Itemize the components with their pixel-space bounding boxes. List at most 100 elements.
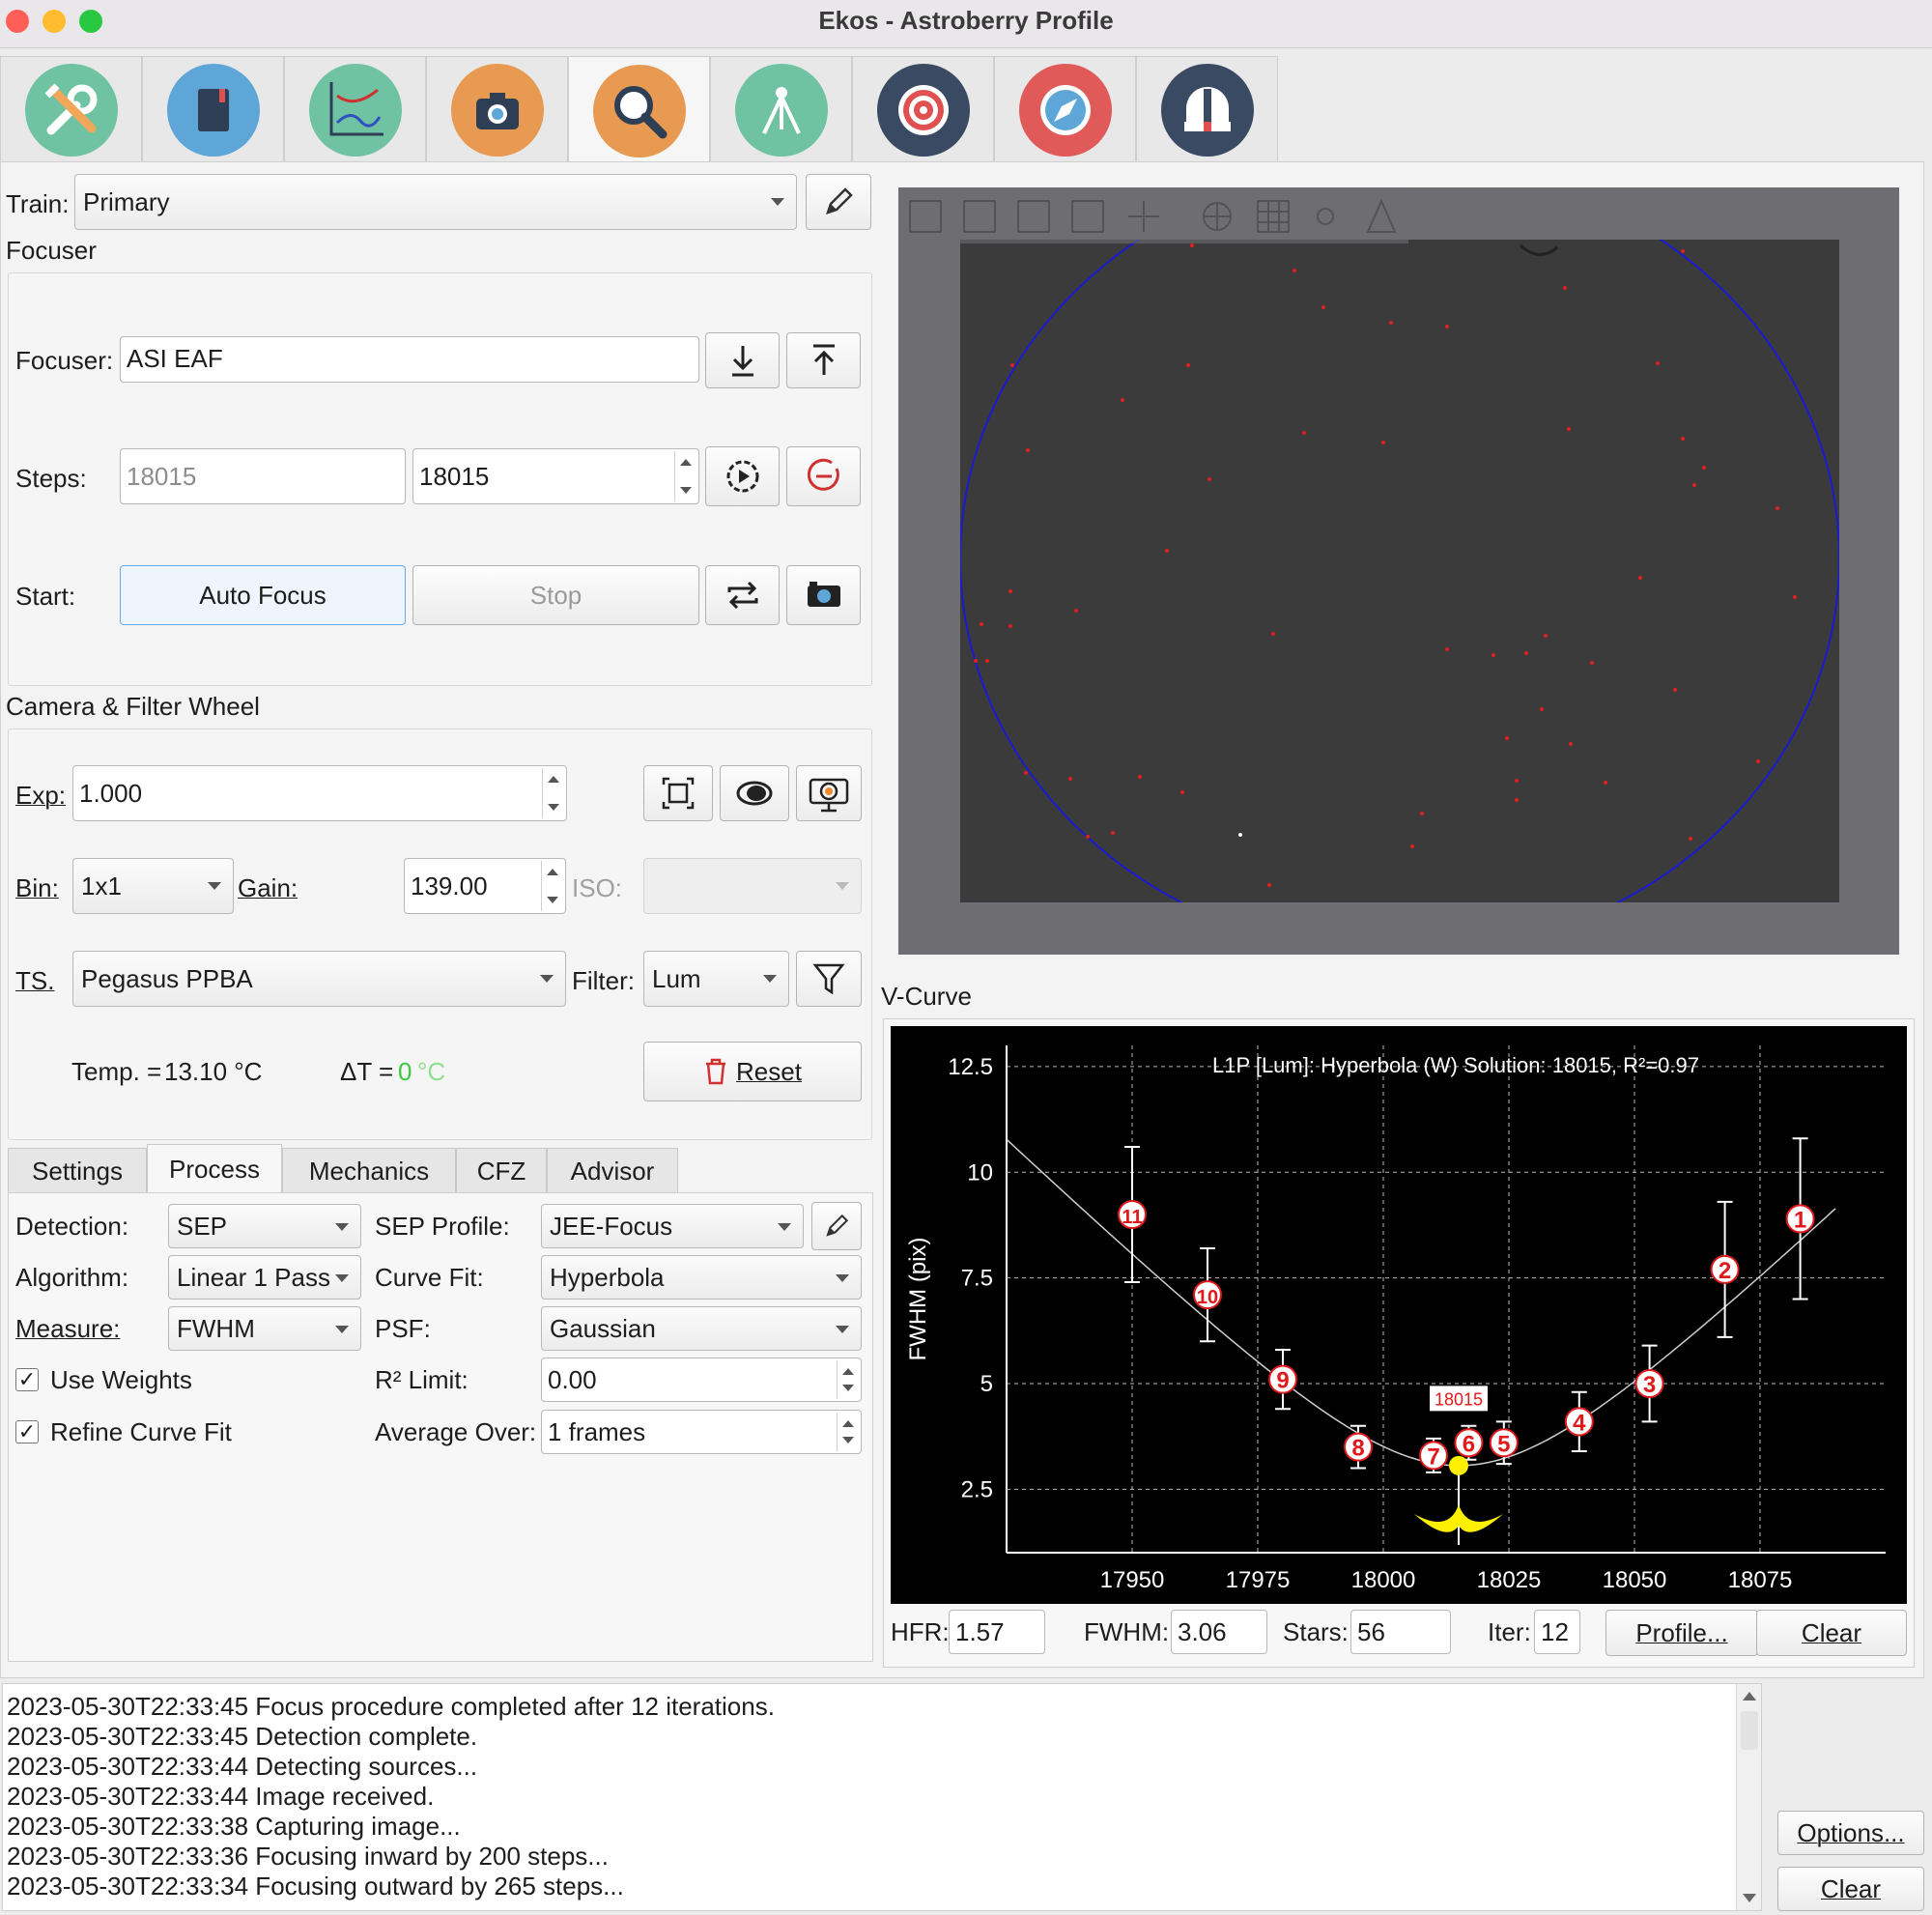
data-point-label: 4 <box>1573 1410 1586 1436</box>
train-combo[interactable]: Primary <box>74 174 797 230</box>
scroll-down-icon[interactable] <box>1743 1894 1756 1902</box>
capture-icon <box>450 63 544 157</box>
data-point-label: 3 <box>1643 1372 1656 1398</box>
reset-frame-button[interactable] <box>643 765 713 821</box>
fits-image-view[interactable] <box>898 187 1899 955</box>
tab-process[interactable]: Process <box>147 1144 282 1194</box>
abort-move-button[interactable] <box>786 446 861 506</box>
align-module-button[interactable] <box>852 56 994 162</box>
mount-icon <box>734 63 828 157</box>
clear-vcurve-button[interactable]: Clear <box>1756 1610 1907 1656</box>
log-scrollbar[interactable] <box>1736 1684 1761 1910</box>
log-scroll-thumb[interactable] <box>1741 1711 1758 1750</box>
refine-curve-fit-checkbox[interactable]: ✓ <box>15 1420 39 1443</box>
r2-limit-spinner[interactable] <box>837 1360 859 1399</box>
setup-icon <box>24 63 118 157</box>
exposure-label: Exp: <box>15 781 67 810</box>
exposure-spinner[interactable] <box>542 768 564 818</box>
temp-label: Temp. = <box>71 1057 162 1086</box>
log-line: 2023-05-30T22:33:38 Capturing image... <box>7 1812 461 1841</box>
psf-combo[interactable]: Gaussian <box>541 1306 862 1351</box>
camera-settings-button[interactable] <box>796 765 862 821</box>
log-clear-button[interactable]: Clear <box>1777 1867 1924 1911</box>
funnel-icon <box>812 963 845 995</box>
play-gear-icon <box>726 460 758 493</box>
vcurve-plot[interactable]: 17950 17975 18000 18025 18050 18075 12.5 10 7.5 5… <box>891 1026 1907 1604</box>
tab-cfz[interactable]: CFZ <box>456 1148 547 1194</box>
log-area[interactable]: 2023-05-30T22:33:45 Focus procedure comp… <box>2 1683 1762 1911</box>
algorithm-combo[interactable]: Linear 1 Pass <box>168 1255 361 1300</box>
average-over-spinner[interactable] <box>837 1413 859 1451</box>
data-point-label: 10 <box>1197 1287 1218 1308</box>
gain-value: 139.00 <box>411 872 488 900</box>
exposure-field[interactable]: 1.000 <box>72 765 567 821</box>
tab-advisor[interactable]: Advisor <box>547 1148 678 1194</box>
edit-train-button[interactable] <box>806 174 871 230</box>
analyze-module-button[interactable] <box>284 56 426 162</box>
capture-module-button[interactable] <box>426 56 568 162</box>
stop-circle-icon <box>807 458 839 491</box>
algorithm-value: Linear 1 Pass <box>177 1263 330 1292</box>
curve-fit-combo[interactable]: Hyperbola <box>541 1255 862 1300</box>
steps-target-field[interactable]: 18015 <box>412 448 699 504</box>
scheduler-module-button[interactable] <box>142 56 284 162</box>
dark-frame-button[interactable] <box>720 765 789 821</box>
curve-fit-value: Hyperbola <box>550 1263 665 1292</box>
steps-spinner[interactable] <box>674 451 696 501</box>
log-line: 2023-05-30T22:33:44 Detecting sources... <box>7 1752 478 1781</box>
average-over-label: Average Over: <box>375 1417 537 1446</box>
setup-module-button[interactable] <box>0 56 142 162</box>
focus-in-button[interactable] <box>705 332 780 388</box>
measure-combo[interactable]: FWHM <box>168 1306 361 1351</box>
log-options-button[interactable]: Options... <box>1777 1811 1924 1855</box>
filter-combo[interactable]: Lum <box>643 951 789 1007</box>
goto-steps-button[interactable] <box>705 446 780 506</box>
capture-frame-button[interactable] <box>786 565 861 625</box>
sep-profile-combo[interactable]: JEE-Focus <box>541 1204 804 1248</box>
focuser-group-title: Focuser <box>6 236 97 265</box>
filter-settings-button[interactable] <box>796 951 862 1007</box>
tab-mechanics[interactable]: Mechanics <box>282 1148 456 1194</box>
reset-temp-button[interactable]: Reset <box>643 1042 862 1101</box>
train-label: Train: <box>6 189 70 218</box>
fwhm-label: FWHM: <box>1084 1617 1170 1646</box>
chart-title: L1P [Lum]: Hyperbola (W) Solution: 18015… <box>1212 1053 1699 1077</box>
stop-focus-button[interactable]: Stop <box>412 565 699 625</box>
loop-button[interactable] <box>705 565 780 625</box>
gain-spinner[interactable] <box>541 861 563 911</box>
use-weights-checkbox[interactable]: ✓ <box>15 1368 39 1391</box>
profile-button[interactable]: Profile... <box>1605 1610 1758 1656</box>
eye-icon <box>736 781 773 806</box>
edit-sep-profile-button[interactable] <box>811 1202 862 1250</box>
hfr-label: HFR: <box>891 1617 950 1646</box>
average-over-field[interactable]: 1 frames <box>541 1410 862 1454</box>
focus-module-button[interactable] <box>568 56 710 164</box>
focus-out-button[interactable] <box>786 332 861 388</box>
tab-settings[interactable]: Settings <box>8 1148 147 1194</box>
data-point-label: 2 <box>1719 1258 1731 1284</box>
detection-label: Detection: <box>15 1212 129 1241</box>
pencil-icon <box>826 1214 849 1237</box>
algorithm-label: Algorithm: <box>15 1263 129 1292</box>
scroll-up-icon[interactable] <box>1743 1692 1756 1701</box>
ts-combo[interactable]: Pegasus PPBA <box>72 951 566 1007</box>
x-tick-label: 18000 <box>1351 1567 1416 1593</box>
y-tick-label: 2.5 <box>961 1476 993 1502</box>
x-tick-label: 18050 <box>1603 1567 1667 1593</box>
detection-combo[interactable]: SEP <box>168 1204 361 1248</box>
exposure-value: 1.000 <box>79 779 143 808</box>
focuser-field[interactable]: ASI EAF <box>120 336 699 383</box>
guide-module-button[interactable] <box>994 56 1136 162</box>
loop-icon <box>727 581 757 610</box>
detection-value: SEP <box>177 1212 228 1241</box>
log-line: 2023-05-30T22:33:44 Image received. <box>7 1782 435 1811</box>
gain-field[interactable]: 139.00 <box>404 858 566 914</box>
observatory-module-button[interactable] <box>1136 56 1278 162</box>
r2-limit-field[interactable]: 0.00 <box>541 1358 862 1402</box>
clear-vcurve-label: Clear <box>1801 1617 1862 1647</box>
mount-module-button[interactable] <box>710 56 852 162</box>
y-axis-label: FWHM (pix) <box>905 1238 931 1361</box>
bin-combo[interactable]: 1x1 <box>72 858 234 914</box>
data-point-label: 8 <box>1351 1436 1364 1462</box>
auto-focus-button[interactable]: Auto Focus <box>120 565 406 625</box>
